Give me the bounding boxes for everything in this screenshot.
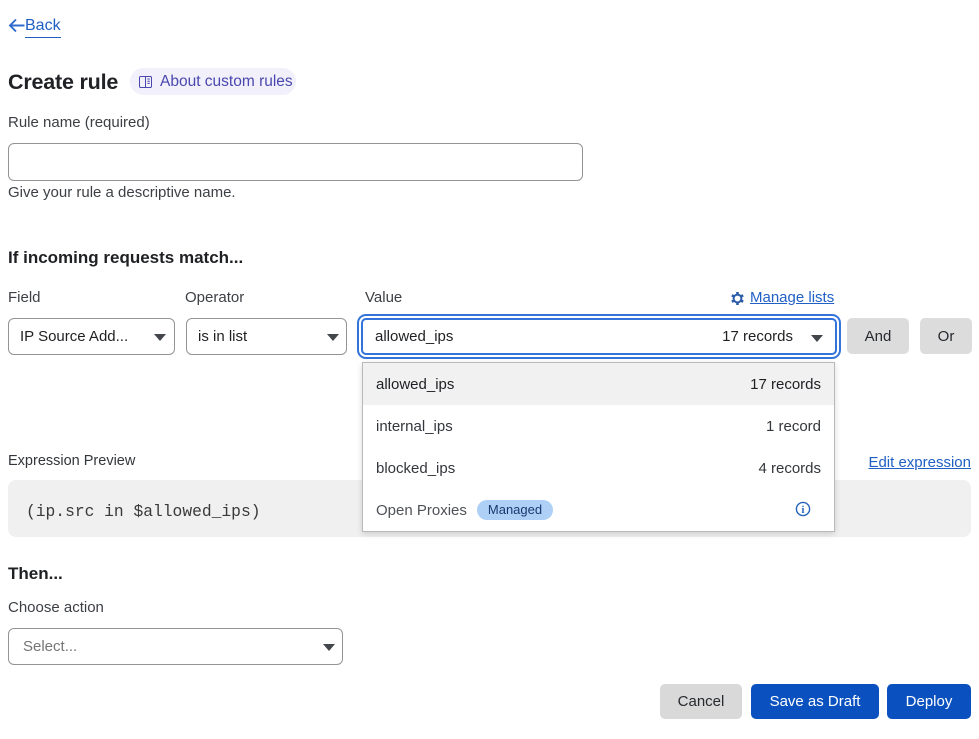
svg-text:i: i: [802, 505, 805, 516]
